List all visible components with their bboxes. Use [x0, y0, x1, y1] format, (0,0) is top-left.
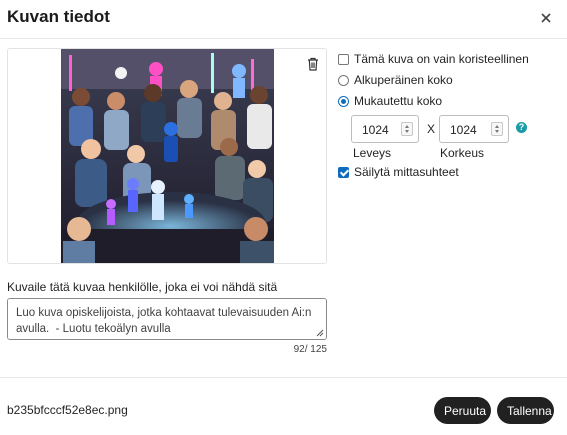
trash-icon[interactable] [307, 57, 319, 71]
width-spinner[interactable] [401, 122, 413, 136]
width-label: Leveys [353, 146, 392, 160]
decorative-checkbox[interactable]: Tämä kuva on vain koristeellinen [338, 51, 529, 67]
decorative-label: Tämä kuva on vain koristeellinen [354, 52, 529, 66]
dialog-title: Kuvan tiedot [7, 7, 110, 26]
file-name: b235bfcccf52e8ec.png [7, 403, 128, 417]
keep-ratio-checkbox-box[interactable] [338, 166, 349, 178]
custom-size-label: Mukautettu koko [354, 94, 443, 108]
height-value[interactable]: 1024 [450, 123, 477, 137]
save-button[interactable]: Tallenna [497, 397, 554, 424]
height-spinner[interactable] [491, 122, 503, 136]
width-input[interactable]: 1024 [351, 115, 419, 143]
image-thumbnail [61, 49, 274, 263]
resize-grip-icon[interactable] [314, 327, 324, 337]
alt-text-input[interactable]: Luo kuva opiskelijoista, jotka kohtaavat… [7, 298, 327, 340]
custom-size-radio[interactable]: Mukautettu koko [338, 93, 442, 109]
height-label: Korkeus [440, 146, 485, 160]
height-input[interactable]: 1024 [439, 115, 509, 143]
original-size-label: Alkuperäinen koko [354, 73, 453, 87]
original-size-radio-circle[interactable] [338, 74, 349, 86]
footer-divider [0, 377, 567, 378]
custom-size-radio-circle[interactable] [338, 95, 349, 107]
alt-text-label: Kuvaile tätä kuvaa henkilölle, joka ei v… [7, 280, 278, 294]
help-icon[interactable]: ? [516, 122, 527, 133]
cancel-button[interactable]: Peruuta [434, 397, 491, 424]
character-counter: 92/ 125 [293, 344, 327, 355]
keep-ratio-checkbox[interactable]: Säilytä mittasuhteet [338, 164, 459, 180]
width-value[interactable]: 1024 [362, 123, 389, 137]
keep-ratio-label: Säilytä mittasuhteet [354, 165, 459, 179]
image-preview [7, 48, 327, 264]
header-divider [0, 38, 567, 39]
close-icon[interactable] [539, 11, 553, 25]
decorative-checkbox-box[interactable] [338, 53, 349, 65]
original-size-radio[interactable]: Alkuperäinen koko [338, 72, 453, 88]
times-sign: X [427, 122, 436, 136]
